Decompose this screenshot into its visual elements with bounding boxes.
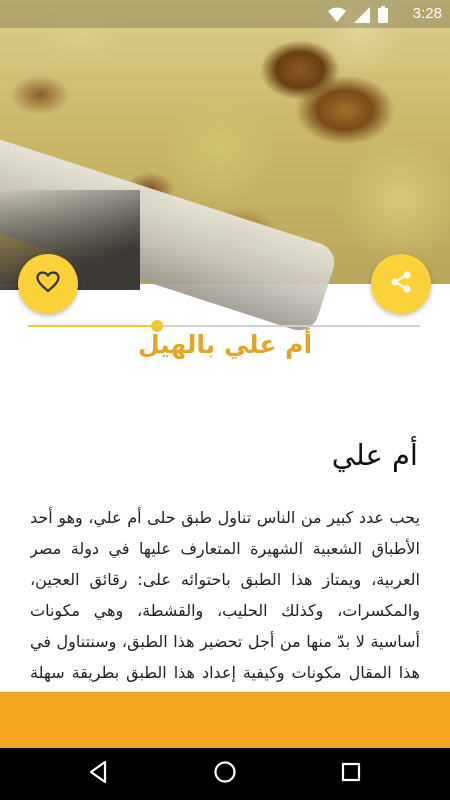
signal-icon [354, 6, 370, 27]
article-body: يحب عدد كبير من الناس تناول طبق حلى أم ع… [30, 508, 420, 682]
favorite-button[interactable] [18, 254, 78, 314]
bottom-banner[interactable] [0, 692, 450, 748]
back-triangle-icon [87, 760, 109, 788]
recent-apps-square-icon [340, 761, 362, 787]
article-heading: أم علي [331, 438, 418, 472]
reading-progress [28, 320, 420, 332]
status-icons [328, 6, 388, 27]
hero-image [0, 0, 450, 336]
status-time: 3:28 [412, 5, 442, 22]
home-button[interactable] [212, 761, 238, 787]
status-bar: 3:28 [0, 0, 450, 28]
heart-outline-icon [36, 271, 60, 297]
share-button[interactable] [371, 254, 431, 314]
back-button[interactable] [85, 760, 111, 788]
wifi-icon [328, 7, 346, 27]
recipe-screen: 3:28 أم علي بالهيل أم علي يحب عدد كبير م… [0, 0, 450, 800]
share-icon [390, 270, 412, 298]
reading-progress-fill [28, 325, 158, 327]
recipe-title: أم علي بالهيل [137, 330, 313, 359]
battery-icon [378, 6, 388, 27]
recent-apps-button[interactable] [338, 761, 364, 787]
navigation-bar [0, 748, 450, 800]
home-circle-icon [213, 760, 237, 788]
